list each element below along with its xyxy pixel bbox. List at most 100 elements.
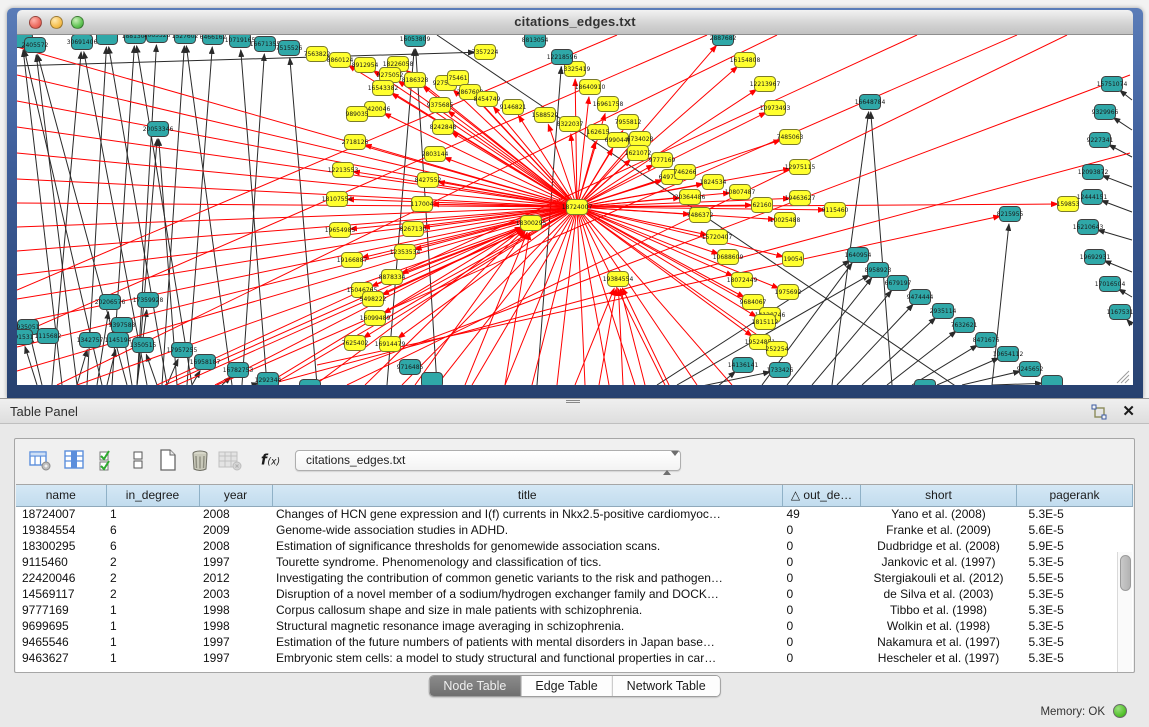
- table-cell[interactable]: de Silva et al. (2003): [861, 586, 1017, 602]
- table-cell[interactable]: Stergiakouli et al. (2012): [861, 570, 1017, 586]
- table-cell[interactable]: 0: [783, 634, 861, 650]
- table-cell[interactable]: 5.3E-5: [1017, 586, 1133, 602]
- column-header-5[interactable]: short: [861, 485, 1017, 506]
- table-cell[interactable]: 0: [783, 522, 861, 538]
- table-cell[interactable]: 5.9E-5: [1017, 538, 1133, 554]
- table-cell[interactable]: 2008: [199, 538, 272, 554]
- table-cell[interactable]: 19384554: [16, 522, 106, 538]
- table-cell[interactable]: 0: [783, 586, 861, 602]
- table-cell[interactable]: Structural magnetic resonance image aver…: [272, 618, 783, 634]
- tab-node-table[interactable]: Node Table: [429, 676, 521, 696]
- table-cell[interactable]: 9699695: [16, 618, 106, 634]
- table-cell[interactable]: 5.3E-5: [1017, 634, 1133, 650]
- table-row[interactable]: 969969511998Structural magnetic resonanc…: [16, 618, 1133, 634]
- table-cell[interactable]: 2009: [199, 522, 272, 538]
- column-header-2[interactable]: year: [199, 485, 272, 506]
- table-cell[interactable]: 5.3E-5: [1017, 618, 1133, 634]
- tab-edge-table[interactable]: Edge Table: [521, 676, 612, 696]
- table-cell[interactable]: 0: [783, 538, 861, 554]
- delete-rows-trash-button[interactable]: [187, 447, 213, 473]
- table-cell[interactable]: 5.3E-5: [1017, 602, 1133, 618]
- table-cell[interactable]: Yano et al. (2008): [861, 506, 1017, 522]
- table-cell[interactable]: 1: [106, 650, 199, 666]
- table-cell[interactable]: Investigating the contribution of common…: [272, 570, 783, 586]
- table-cell[interactable]: 0: [783, 554, 861, 570]
- table-cell[interactable]: 18724007: [16, 506, 106, 522]
- table-cell[interactable]: 0: [783, 602, 861, 618]
- table-cell[interactable]: Nakamura et al. (1997): [861, 634, 1017, 650]
- table-cell[interactable]: 2008: [199, 506, 272, 522]
- table-cell[interactable]: 0: [783, 618, 861, 634]
- table-cell[interactable]: Tourette syndrome. Phenomenology and cla…: [272, 554, 783, 570]
- table-cell[interactable]: 5.5E-5: [1017, 570, 1133, 586]
- table-cell[interactable]: Embryonic stem cells: a model to study s…: [272, 650, 783, 666]
- table-cell[interactable]: 5.6E-5: [1017, 522, 1133, 538]
- column-header-1[interactable]: in_degree: [106, 485, 199, 506]
- table-cell[interactable]: Changes of HCN gene expression and I(f) …: [272, 506, 783, 522]
- graph-node[interactable]: [422, 373, 443, 386]
- graph-node[interactable]: [97, 35, 118, 45]
- select-all-columns-button[interactable]: [95, 447, 121, 473]
- tab-network-table[interactable]: Network Table: [613, 676, 720, 696]
- table-cell[interactable]: 9465546: [16, 634, 106, 650]
- table-cell[interactable]: 5.3E-5: [1017, 506, 1133, 522]
- table-cell[interactable]: Franke et al. (2009): [861, 522, 1017, 538]
- table-cell[interactable]: 2003: [199, 586, 272, 602]
- table-scrollbar[interactable]: [1117, 552, 1132, 672]
- row-height-button[interactable]: [125, 447, 151, 473]
- table-cell[interactable]: 18300295: [16, 538, 106, 554]
- table-row[interactable]: 1938455462009Genome-wide association stu…: [16, 522, 1133, 538]
- graph-node[interactable]: [300, 380, 321, 386]
- function-builder-button[interactable]: f (x): [259, 447, 285, 473]
- table-cell[interactable]: 1998: [199, 602, 272, 618]
- table-row[interactable]: 1830029562008Estimation of significance …: [16, 538, 1133, 554]
- column-header-4[interactable]: △ out_de…: [783, 485, 861, 506]
- close-panel-icon[interactable]: ✕: [1122, 402, 1135, 420]
- table-cell[interactable]: Dudbridge et al. (2008): [861, 538, 1017, 554]
- table-options-button[interactable]: [27, 447, 53, 473]
- table-cell[interactable]: 2: [106, 586, 199, 602]
- table-row[interactable]: 946362711997Embryonic stem cells: a mode…: [16, 650, 1133, 666]
- float-panel-icon[interactable]: [1091, 404, 1107, 420]
- table-row[interactable]: 977716911998Corpus callosum shape and si…: [16, 602, 1133, 618]
- table-cell[interactable]: 9463627: [16, 650, 106, 666]
- memory-status-indicator[interactable]: [1113, 704, 1127, 718]
- table-cell[interactable]: Hescheler et al. (1997): [861, 650, 1017, 666]
- table-cell[interactable]: Estimation of significance thresholds fo…: [272, 538, 783, 554]
- table-cell[interactable]: Jankovic et al. (1997): [861, 554, 1017, 570]
- column-header-3[interactable]: title: [272, 485, 783, 506]
- table-cell[interactable]: 0: [783, 570, 861, 586]
- table-cell[interactable]: Genome-wide association studies in ADHD.: [272, 522, 783, 538]
- table-row[interactable]: 2242004622012Investigating the contribut…: [16, 570, 1133, 586]
- show-columns-button[interactable]: [61, 447, 87, 473]
- table-cell[interactable]: 14569117: [16, 586, 106, 602]
- table-cell[interactable]: 9115460: [16, 554, 106, 570]
- table-cell[interactable]: Estimation of the future numbers of pati…: [272, 634, 783, 650]
- canvas-resize-grip[interactable]: [1117, 371, 1129, 383]
- table-cell[interactable]: 0: [783, 650, 861, 666]
- table-cell[interactable]: 1998: [199, 618, 272, 634]
- network-graph[interactable]: 2405572306914061881304106532815276026466…: [17, 35, 1133, 385]
- table-cell[interactable]: 6: [106, 538, 199, 554]
- table-cell[interactable]: 2012: [199, 570, 272, 586]
- table-cell[interactable]: Tibbo et al. (1998): [861, 602, 1017, 618]
- table-cell[interactable]: 49: [783, 506, 861, 522]
- table-cell[interactable]: 5.3E-5: [1017, 554, 1133, 570]
- table-row[interactable]: 1872400712008Changes of HCN gene express…: [16, 506, 1133, 522]
- table-cell[interactable]: 2: [106, 570, 199, 586]
- table-cell[interactable]: 1997: [199, 650, 272, 666]
- column-header-0[interactable]: name: [16, 485, 106, 506]
- delete-table-button-disabled[interactable]: [217, 447, 243, 473]
- graph-node[interactable]: [1042, 376, 1063, 386]
- table-row[interactable]: 946554611997Estimation of the future num…: [16, 634, 1133, 650]
- splitter-handle[interactable]: [566, 399, 580, 404]
- network-graph-canvas[interactable]: 2405572306914061881304106532815276026466…: [17, 35, 1133, 385]
- table-cell[interactable]: 9777169: [16, 602, 106, 618]
- table-cell[interactable]: 1997: [199, 554, 272, 570]
- table-cell[interactable]: 1: [106, 602, 199, 618]
- new-table-button[interactable]: [155, 447, 181, 473]
- table-cell[interactable]: 5.3E-5: [1017, 650, 1133, 666]
- scrollbar-thumb[interactable]: [1120, 555, 1131, 591]
- table-cell[interactable]: 2: [106, 554, 199, 570]
- table-cell[interactable]: 1: [106, 618, 199, 634]
